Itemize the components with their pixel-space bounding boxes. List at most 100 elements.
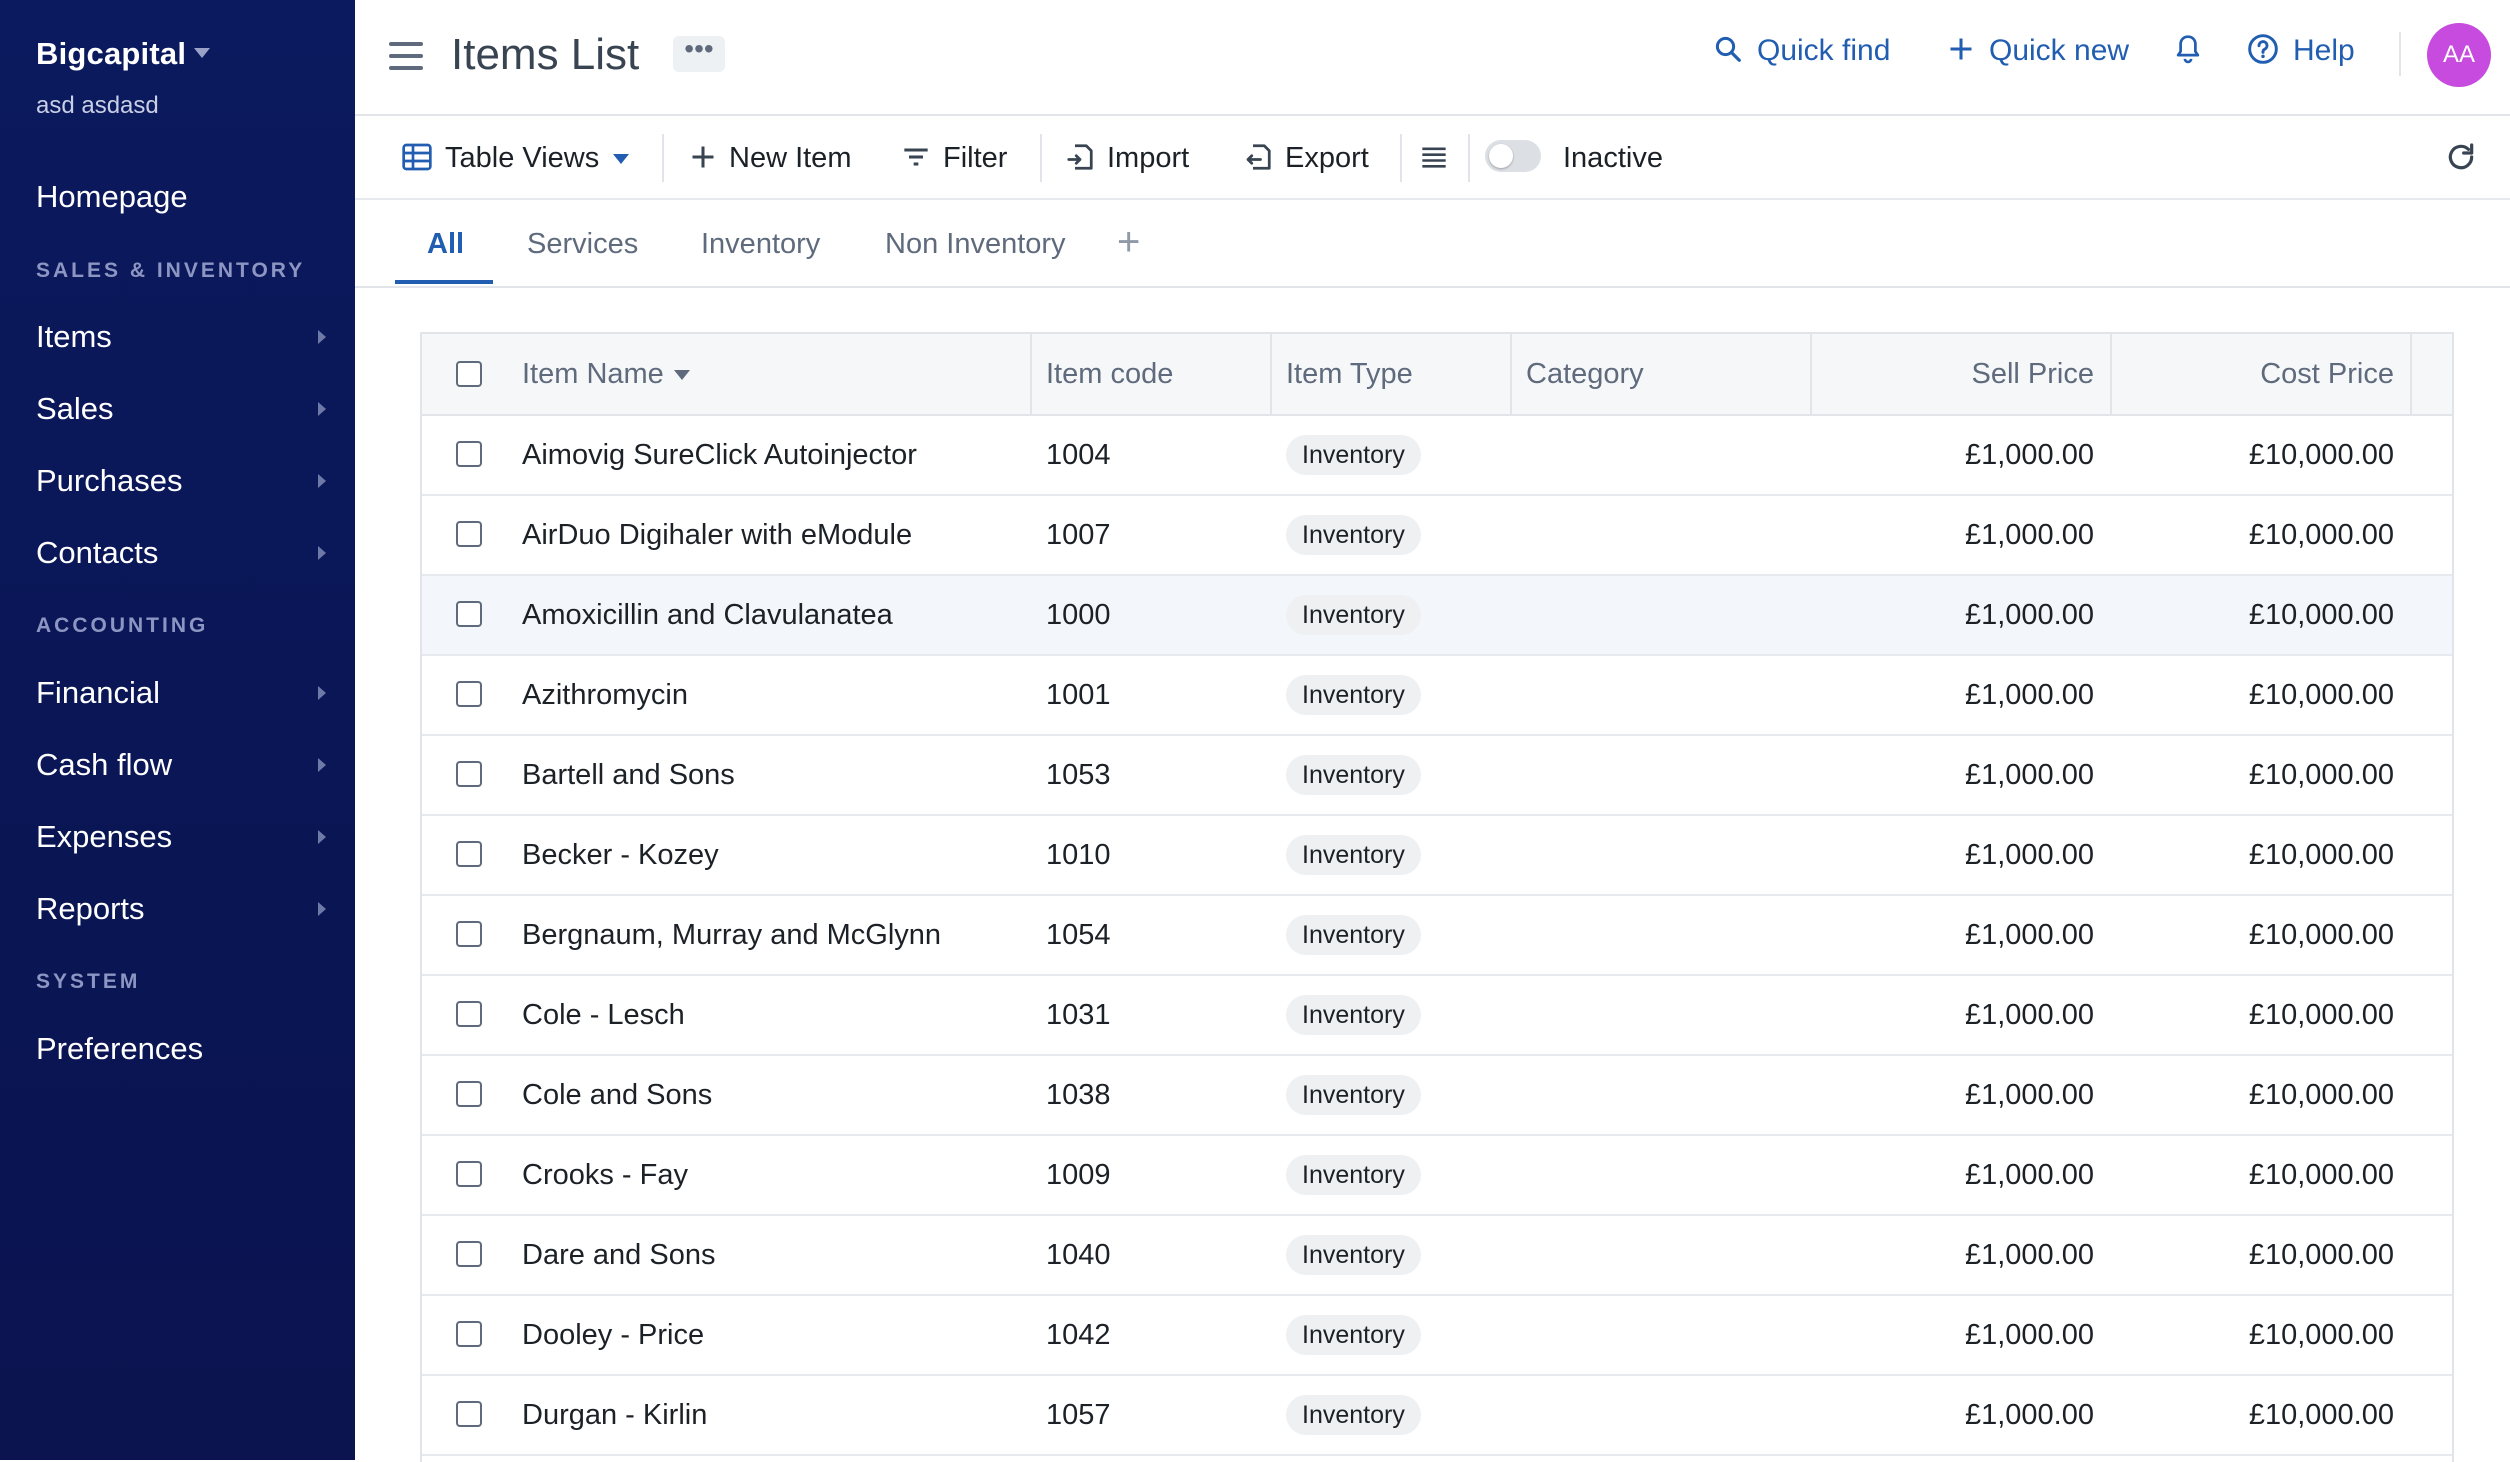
- export-label: Export: [1285, 142, 1369, 174]
- help-button[interactable]: Help: [2247, 34, 2355, 68]
- item-code-cell: 1057: [1046, 1399, 1111, 1431]
- column-divider[interactable]: [2110, 334, 2112, 414]
- row-checkbox[interactable]: [456, 1241, 482, 1267]
- table-row[interactable]: Dooley - Price 1042 Inventory £1,000.00 …: [422, 1296, 2452, 1376]
- table-row[interactable]: Amoxicillin and Clavulanatea 1000 Invent…: [422, 576, 2452, 656]
- quick-new-button[interactable]: Quick new: [1947, 34, 2129, 68]
- table-row[interactable]: Cole - Lesch 1031 Inventory £1,000.00 £1…: [422, 976, 2452, 1056]
- active-tab-indicator: [395, 280, 493, 284]
- row-checkbox[interactable]: [456, 1161, 482, 1187]
- sidebar-item-label: Reports: [36, 891, 145, 926]
- row-checkbox[interactable]: [456, 921, 482, 947]
- row-checkbox[interactable]: [456, 441, 482, 467]
- column-header-sell-price[interactable]: Sell Price: [1822, 334, 2095, 414]
- sidebar-item-contacts[interactable]: Contacts: [36, 528, 326, 578]
- sell-price-cell: £1,000.00: [1964, 1079, 2094, 1111]
- row-checkbox[interactable]: [456, 761, 482, 787]
- table-row[interactable]: Durgan - Kirlin 1057 Inventory £1,000.00…: [422, 1376, 2452, 1456]
- quick-find-button[interactable]: Quick find: [1713, 34, 1890, 68]
- table-row[interactable]: Crooks - Fay 1009 Inventory £1,000.00 £1…: [422, 1136, 2452, 1216]
- column-header-category[interactable]: Category: [1526, 334, 1644, 414]
- item-type-tag: Inventory: [1286, 1075, 1421, 1115]
- filter-button[interactable]: Filter: [901, 136, 1007, 180]
- cost-price-cell: £10,000.00: [2248, 679, 2394, 711]
- row-checkbox[interactable]: [456, 601, 482, 627]
- sell-price-cell: £1,000.00: [1964, 759, 2094, 791]
- tab-all[interactable]: All: [427, 228, 464, 261]
- tab-services[interactable]: Services: [527, 228, 638, 261]
- column-divider[interactable]: [2410, 334, 2412, 414]
- sidebar-item-preferences[interactable]: Preferences: [36, 1024, 326, 1074]
- table-row[interactable]: Bergnaum, Murray and McGlynn 1054 Invent…: [422, 896, 2452, 976]
- new-item-button[interactable]: New Item: [689, 136, 851, 180]
- table-icon: [402, 144, 432, 171]
- org-name[interactable]: Bigcapital: [36, 36, 186, 72]
- refresh-button[interactable]: [2445, 136, 2489, 180]
- item-name-cell: Dooley - Price: [522, 1319, 705, 1351]
- cost-price-cell: £10,000.00: [2248, 439, 2394, 471]
- sidebar-item-items[interactable]: Items: [36, 312, 326, 362]
- sidebar-item-expenses[interactable]: Expenses: [36, 812, 326, 862]
- row-checkbox[interactable]: [456, 841, 482, 867]
- more-actions-button[interactable]: •••: [673, 35, 725, 72]
- new-item-label: New Item: [729, 142, 852, 174]
- sidebar-item-label: Items: [36, 319, 112, 354]
- item-type-tabs: All Services Inventory Non Inventory +: [355, 200, 2510, 288]
- sidebar-item-purchases[interactable]: Purchases: [36, 456, 326, 506]
- column-header-item-type[interactable]: Item Type: [1286, 334, 1413, 414]
- row-checkbox[interactable]: [456, 1081, 482, 1107]
- sell-price-cell: £1,000.00: [1964, 1319, 2094, 1351]
- column-divider[interactable]: [1030, 334, 1032, 414]
- select-all-checkbox[interactable]: [456, 361, 482, 387]
- item-type-tag: Inventory: [1286, 675, 1421, 715]
- sell-price-cell: £1,000.00: [1964, 599, 2094, 631]
- column-divider[interactable]: [1510, 334, 1512, 414]
- items-table: Item Name Item code Item Type Category S…: [420, 332, 2454, 1462]
- column-header-item-name[interactable]: Item Name: [522, 334, 690, 414]
- table-density-button[interactable]: [1419, 136, 1461, 180]
- menu-toggle-icon[interactable]: [389, 42, 423, 70]
- table-row[interactable]: Bartell and Sons 1053 Inventory £1,000.0…: [422, 736, 2452, 816]
- row-checkbox[interactable]: [456, 681, 482, 707]
- sidebar-section-system: SYSTEM: [36, 970, 141, 993]
- tab-non-inventory[interactable]: Non Inventory: [885, 228, 1066, 261]
- header-divider: [2399, 32, 2401, 76]
- sidebar-item-cash-flow[interactable]: Cash flow: [36, 740, 326, 790]
- sell-price-cell: £1,000.00: [1964, 839, 2094, 871]
- table-row[interactable]: Cole and Sons 1038 Inventory £1,000.00 £…: [422, 1056, 2452, 1136]
- export-icon: [1246, 144, 1271, 170]
- column-divider[interactable]: [1810, 334, 1812, 414]
- org-dropdown-caret-icon[interactable]: [194, 48, 210, 58]
- sidebar-item-sales[interactable]: Sales: [36, 384, 326, 434]
- column-header-cost-price[interactable]: Cost Price: [2122, 334, 2394, 414]
- table-views-button[interactable]: Table Views: [401, 136, 630, 180]
- table-row[interactable]: Azithromycin 1001 Inventory £1,000.00 £1…: [422, 656, 2452, 736]
- org-user-name: asd asdasd: [36, 92, 159, 119]
- sidebar-item-homepage[interactable]: Homepage: [36, 172, 326, 222]
- row-checkbox[interactable]: [456, 1321, 482, 1347]
- notifications-button[interactable]: [2173, 34, 2203, 68]
- row-checkbox[interactable]: [456, 521, 482, 547]
- row-checkbox[interactable]: [456, 1401, 482, 1427]
- import-button[interactable]: Import: [1065, 136, 1189, 180]
- table-row[interactable]: Aimovig SureClick Autoinjector 1004 Inve…: [422, 416, 2452, 496]
- sidebar-item-reports[interactable]: Reports: [36, 884, 326, 934]
- export-button[interactable]: Export: [1243, 136, 1369, 180]
- table-row[interactable]: Dare and Sons 1040 Inventory £1,000.00 £…: [422, 1216, 2452, 1296]
- item-code-cell: 1031: [1046, 999, 1111, 1031]
- table-row[interactable]: Becker - Kozey 1010 Inventory £1,000.00 …: [422, 816, 2452, 896]
- sidebar-item-financial[interactable]: Financial: [36, 668, 326, 718]
- inactive-toggle[interactable]: [1485, 140, 1541, 172]
- add-view-icon[interactable]: +: [1117, 220, 1140, 265]
- column-header-item-code[interactable]: Item code: [1046, 334, 1173, 414]
- help-label: Help: [2293, 34, 2355, 67]
- row-checkbox[interactable]: [456, 1001, 482, 1027]
- items-toolbar: Table Views New Item Filter Import Expor…: [355, 116, 2510, 201]
- chevron-down-icon: [613, 154, 630, 165]
- table-row[interactable]: AirDuo Digihaler with eModule 1007 Inven…: [422, 496, 2452, 576]
- column-divider[interactable]: [1270, 334, 1272, 414]
- avatar[interactable]: AA: [2427, 23, 2491, 87]
- sort-desc-icon: [673, 370, 690, 381]
- tab-inventory[interactable]: Inventory: [701, 228, 820, 261]
- import-label: Import: [1107, 142, 1190, 174]
